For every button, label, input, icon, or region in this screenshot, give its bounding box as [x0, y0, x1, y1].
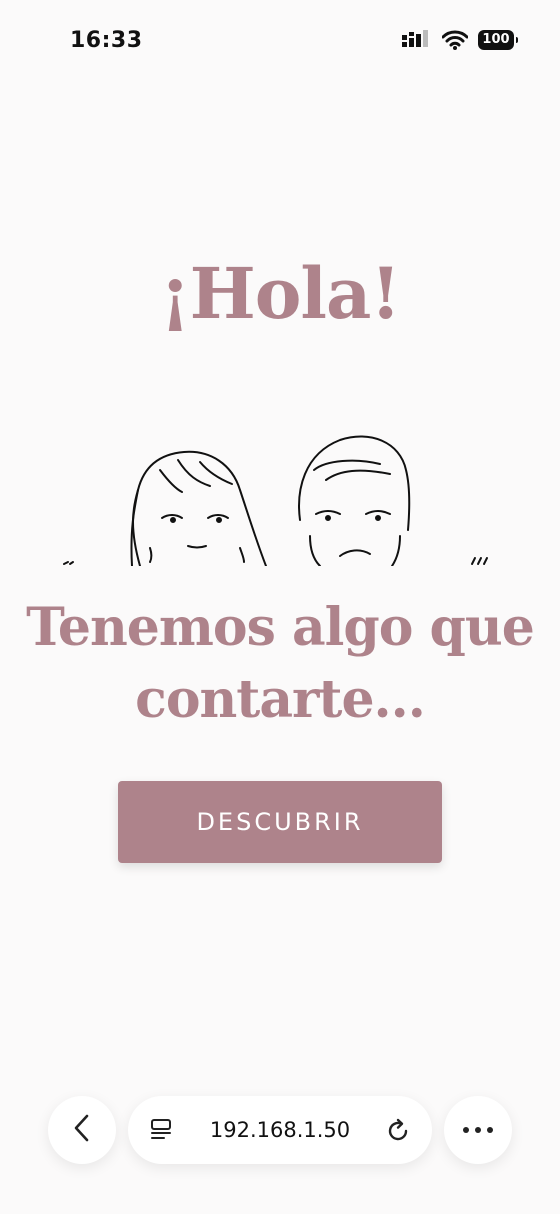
- back-arrow-icon: [72, 1114, 92, 1147]
- reload-icon[interactable]: [386, 1118, 412, 1149]
- status-icons: 100: [402, 30, 518, 50]
- man-hair: [298, 435, 411, 531]
- browser-toolbar: 192.168.1.50: [0, 1096, 560, 1166]
- wifi-icon: [442, 30, 468, 50]
- tagline: Tenemos algo que contarte...: [26, 597, 535, 730]
- discover-button[interactable]: DESCUBRIR: [118, 781, 442, 863]
- signal-icon: [402, 30, 432, 50]
- url-text[interactable]: 192.168.1.50: [188, 1118, 372, 1142]
- status-time: 16:33: [70, 28, 143, 53]
- greeting-title: ¡Hola!: [159, 252, 401, 335]
- status-bar: 16:33 100: [0, 0, 560, 84]
- woman-hair: [132, 450, 267, 567]
- more-button[interactable]: [444, 1096, 512, 1164]
- address-bar[interactable]: 192.168.1.50: [128, 1096, 432, 1164]
- more-icon: [462, 1121, 494, 1139]
- back-button[interactable]: [48, 1096, 116, 1164]
- couple-illustration: [60, 430, 500, 567]
- tab-icon[interactable]: [150, 1118, 174, 1147]
- battery-icon: 100: [478, 30, 518, 50]
